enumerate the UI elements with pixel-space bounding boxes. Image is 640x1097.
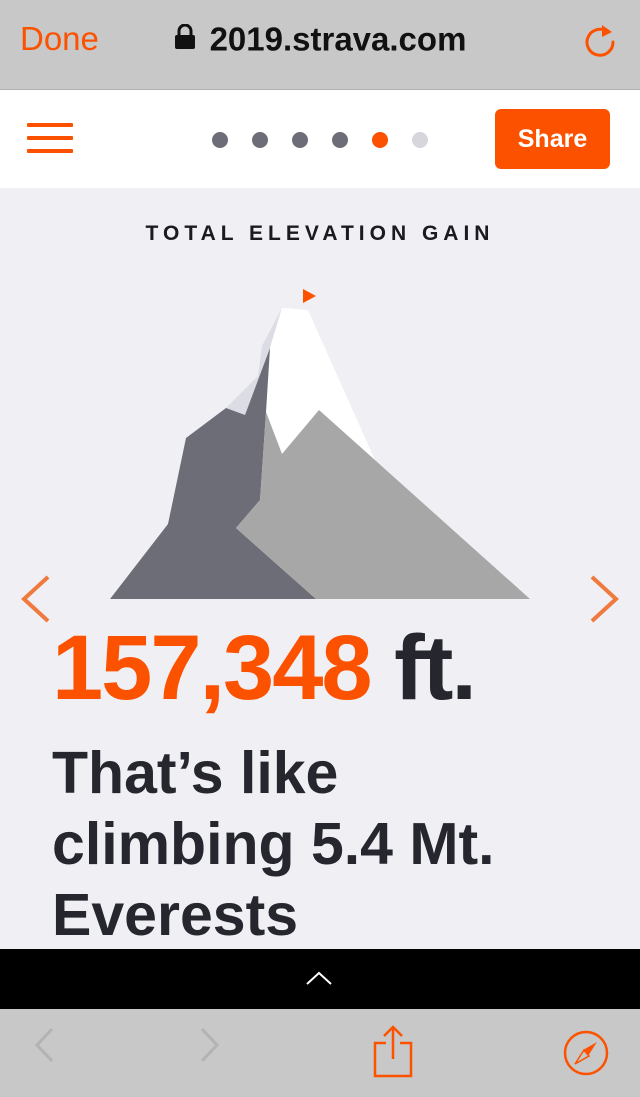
reload-icon[interactable] bbox=[582, 20, 618, 60]
flag-icon bbox=[303, 289, 316, 303]
slide-content: TOTAL ELEVATION GAIN 157,348 ft. That’s … bbox=[0, 188, 640, 949]
pager-dot[interactable] bbox=[212, 132, 228, 148]
lock-icon bbox=[174, 20, 196, 58]
url-text: 2019.strava.com bbox=[209, 20, 467, 58]
hamburger-icon[interactable] bbox=[27, 120, 73, 156]
back-icon[interactable] bbox=[32, 1025, 56, 1070]
pager-dot[interactable] bbox=[292, 132, 308, 148]
url-bar[interactable]: 2019.strava.com bbox=[0, 18, 640, 58]
pager-dot-active[interactable] bbox=[372, 132, 388, 148]
forward-icon[interactable] bbox=[198, 1025, 222, 1070]
slide-headline: That’s like climbing 5.4 Mt. Everests bbox=[52, 738, 612, 949]
share-icon[interactable] bbox=[372, 1023, 414, 1084]
stat-value: 157,348 bbox=[52, 617, 373, 719]
next-slide-arrow[interactable] bbox=[588, 573, 622, 625]
headline-line: Everests bbox=[52, 882, 299, 948]
browser-toolbar bbox=[0, 1009, 640, 1097]
pager-dot[interactable] bbox=[332, 132, 348, 148]
page-header: Share bbox=[0, 90, 640, 188]
headline-line: climbing 5.4 Mt. bbox=[52, 811, 495, 877]
chevron-up-icon[interactable] bbox=[304, 969, 334, 987]
share-button[interactable]: Share bbox=[495, 109, 610, 169]
bottom-drawer-bar bbox=[0, 949, 640, 1009]
compass-icon[interactable] bbox=[562, 1029, 610, 1082]
mountain-illustration bbox=[110, 289, 530, 599]
slide-title: TOTAL ELEVATION GAIN bbox=[145, 222, 495, 245]
headline-line: That’s like bbox=[52, 740, 339, 806]
pager-dot[interactable] bbox=[412, 132, 428, 148]
pager-dot[interactable] bbox=[252, 132, 268, 148]
stat-unit: ft. bbox=[394, 617, 477, 719]
previous-slide-arrow[interactable] bbox=[18, 573, 52, 625]
elevation-stat: 157,348 ft. bbox=[52, 616, 477, 721]
browser-top-bar: Done 2019.strava.com bbox=[0, 0, 640, 90]
